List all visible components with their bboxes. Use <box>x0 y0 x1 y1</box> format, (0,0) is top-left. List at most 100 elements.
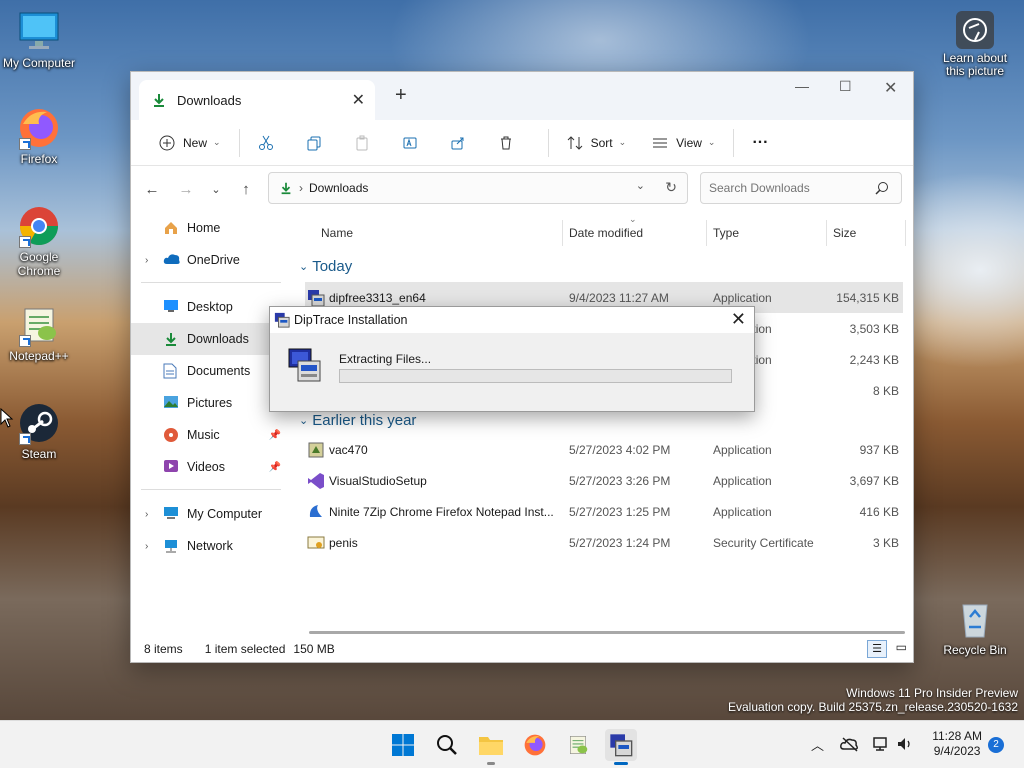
maximize-icon[interactable]: ☐ <box>839 78 852 95</box>
sidebar-item-desktop[interactable]: Desktop <box>131 291 291 323</box>
column-type[interactable]: Type <box>713 226 739 240</box>
sidebar-item-label: Pictures <box>187 396 233 410</box>
taskbar-firefox[interactable] <box>519 729 551 761</box>
show-hidden-icons-chevron[interactable]: ︿ <box>811 735 824 754</box>
desktop-icon-label: Steam <box>21 447 57 461</box>
tab-downloads[interactable]: Downloads ✕ <box>139 80 375 120</box>
sidebar-item-pictures[interactable]: Pictures 📌 <box>131 387 291 419</box>
onedrive-offline-icon[interactable] <box>840 736 860 752</box>
sidebar-item-network[interactable]: › Network <box>131 530 291 562</box>
breadcrumb-current[interactable]: Downloads <box>309 181 368 195</box>
taskbar-file-explorer[interactable] <box>475 729 507 765</box>
share-icon[interactable] <box>442 128 474 158</box>
sidebar-item-label: Network <box>187 539 233 553</box>
taskbar-notepadpp[interactable] <box>562 729 594 761</box>
sort-button[interactable]: Sort ⌄ <box>559 128 635 158</box>
toolbar-divider <box>547 128 549 157</box>
sidebar-item-my-computer[interactable]: › My Computer <box>131 498 291 530</box>
tab-close-icon[interactable]: ✕ <box>352 90 365 110</box>
monitor-icon <box>17 10 61 54</box>
taskbar-diptrace-installer[interactable] <box>605 729 637 765</box>
start-button[interactable] <box>387 729 419 761</box>
address-dropdown-icon[interactable]: ⌄ <box>636 179 645 192</box>
network-status-icon[interactable] <box>872 736 890 752</box>
file-date: 9/4/2023 11:27 AM <box>569 290 669 305</box>
desktop-icon-chrome[interactable]: Google Chrome <box>1 204 77 278</box>
sidebar-item-home[interactable]: Home <box>131 212 291 244</box>
search-box[interactable] <box>700 172 902 204</box>
file-size: 8 KB <box>872 383 899 398</box>
chevron-down-icon: ⌄ <box>213 137 221 147</box>
sidebar-item-documents[interactable]: Documents <box>131 355 291 387</box>
recent-chevron-icon[interactable]: ⌄ <box>201 183 231 196</box>
delete-icon[interactable] <box>490 128 522 158</box>
view-button[interactable]: View ⌄ <box>644 128 723 158</box>
toolbar-divider <box>238 128 240 157</box>
close-window-icon[interactable]: ✕ <box>884 78 897 98</box>
sidebar-item-downloads[interactable]: Downloads <box>131 323 291 355</box>
horizontal-scrollbar[interactable] <box>309 631 905 634</box>
table-row[interactable]: vac470 5/27/2023 4:02 PM Application 937… <box>291 434 913 465</box>
back-arrow-icon[interactable]: ← <box>137 181 167 198</box>
shortcut-arrow-icon <box>19 433 31 445</box>
table-row[interactable]: VisualStudioSetup 5/27/2023 3:26 PM Appl… <box>291 465 913 496</box>
sidebar-divider <box>141 489 281 490</box>
expand-chevron-icon[interactable]: › <box>145 255 148 266</box>
new-tab-icon[interactable]: + <box>395 84 407 107</box>
paste-icon[interactable] <box>346 128 378 158</box>
expand-chevron-icon[interactable]: › <box>145 541 148 552</box>
details-view-icon[interactable]: ☰ <box>867 640 887 658</box>
cloud-icon <box>163 252 181 268</box>
desktop-icon-recycle-bin[interactable]: Recycle Bin <box>937 597 1013 657</box>
volume-icon[interactable] <box>896 736 914 752</box>
pin-icon[interactable]: 📌 <box>269 462 281 473</box>
desktop-icon-my-computer[interactable]: My Computer <box>1 10 77 70</box>
copy-icon[interactable] <box>298 128 330 158</box>
tiles-view-icon[interactable]: ▭ <box>896 640 907 654</box>
forward-arrow-icon[interactable]: → <box>171 181 201 198</box>
sidebar-divider <box>141 282 281 283</box>
learn-about-picture[interactable]: Learn about this picture <box>936 10 1014 78</box>
desktop-icon-label: Google Chrome <box>17 250 61 278</box>
breadcrumb-chevron-icon: › <box>299 181 303 195</box>
table-row[interactable]: Ninite 7Zip Chrome Firefox Notepad Inst.… <box>291 496 913 527</box>
search-input[interactable] <box>701 173 861 203</box>
column-name[interactable]: Name <box>321 226 353 240</box>
dialog-close-icon[interactable]: ✕ <box>731 309 746 330</box>
table-row[interactable]: penis 5/27/2023 1:24 PM Security Certifi… <box>291 527 913 558</box>
clock[interactable]: 11:28 AM 9/4/2023 <box>932 729 982 759</box>
file-name: vac470 <box>329 442 368 457</box>
column-size[interactable]: Size <box>833 226 856 240</box>
sidebar-item-onedrive[interactable]: › OneDrive <box>131 244 291 276</box>
certificate-icon <box>307 534 325 552</box>
running-indicator <box>487 762 495 765</box>
notepadpp-icon <box>570 736 588 754</box>
cut-icon[interactable] <box>250 128 282 158</box>
search-icon[interactable] <box>875 181 889 195</box>
taskbar-search-button[interactable] <box>431 729 463 761</box>
group-header-today[interactable]: ⌄ Today <box>291 254 913 278</box>
minimize-icon[interactable]: — <box>795 78 809 94</box>
status-bar: 8 items 1 item selected 150 MB ☰ ▭ <box>131 636 913 662</box>
notification-badge[interactable]: 2 <box>988 737 1004 753</box>
up-arrow-icon[interactable]: ↑ <box>231 181 261 198</box>
home-icon <box>163 220 181 236</box>
pin-icon[interactable]: 📌 <box>269 430 281 441</box>
more-options-button[interactable]: ··· <box>744 128 776 158</box>
sidebar-item-videos[interactable]: Videos 📌 <box>131 451 291 483</box>
watermark-build: Evaluation copy. Build 25375.zn_release.… <box>728 700 1018 714</box>
expand-chevron-icon[interactable]: › <box>145 509 148 520</box>
desktop-icon-firefox[interactable]: Firefox <box>1 106 77 166</box>
sidebar-item-label: Music <box>187 428 220 442</box>
new-button[interactable]: New ⌄ <box>151 128 229 158</box>
sidebar-item-music[interactable]: Music 📌 <box>131 419 291 451</box>
refresh-icon[interactable]: ↻ <box>665 179 677 196</box>
desktop-icon-notepadpp[interactable]: Notepad++ <box>1 303 77 363</box>
tab-title: Downloads <box>177 92 242 108</box>
rename-icon[interactable] <box>394 128 426 158</box>
column-date[interactable]: Date modified <box>569 226 643 240</box>
notepadpp-icon <box>17 303 61 347</box>
sidebar-item-label: OneDrive <box>187 253 240 267</box>
dialog-title-bar: DipTrace Installation ✕ <box>270 307 754 333</box>
address-field[interactable]: › Downloads ⌄ ↻ <box>268 172 688 204</box>
